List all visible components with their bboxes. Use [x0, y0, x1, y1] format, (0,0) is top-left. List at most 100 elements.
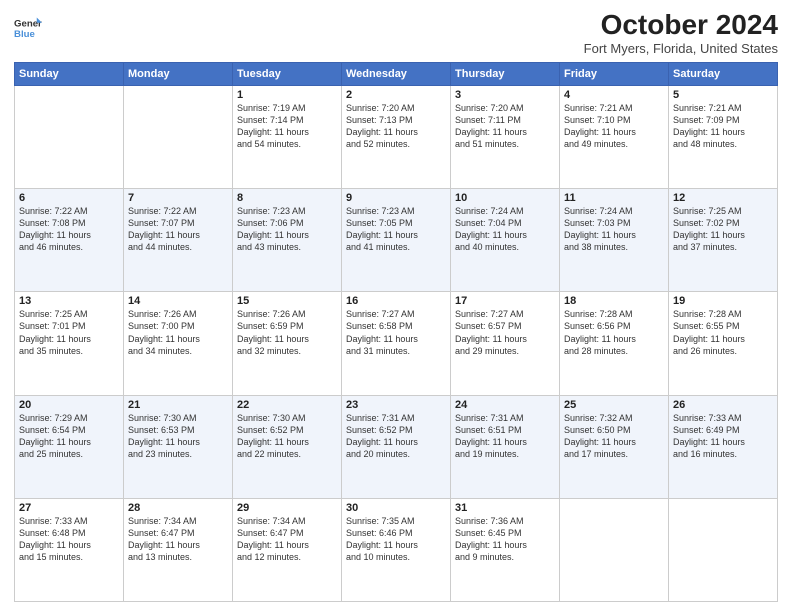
calendar-week-3: 13Sunrise: 7:25 AM Sunset: 7:01 PM Dayli… — [15, 292, 778, 395]
calendar-week-1: 1Sunrise: 7:19 AM Sunset: 7:14 PM Daylig… — [15, 85, 778, 188]
day-detail: Sunrise: 7:31 AM Sunset: 6:52 PM Dayligh… — [346, 412, 446, 461]
day-number: 29 — [237, 502, 337, 514]
day-number: 17 — [455, 295, 555, 307]
calendar-cell: 8Sunrise: 7:23 AM Sunset: 7:06 PM Daylig… — [233, 189, 342, 292]
calendar-cell: 31Sunrise: 7:36 AM Sunset: 6:45 PM Dayli… — [451, 498, 560, 601]
day-detail: Sunrise: 7:23 AM Sunset: 7:05 PM Dayligh… — [346, 205, 446, 254]
calendar: SundayMondayTuesdayWednesdayThursdayFrid… — [14, 62, 778, 602]
day-number: 19 — [673, 295, 773, 307]
day-detail: Sunrise: 7:22 AM Sunset: 7:08 PM Dayligh… — [19, 205, 119, 254]
day-number: 1 — [237, 89, 337, 101]
calendar-cell — [124, 85, 233, 188]
day-number: 22 — [237, 399, 337, 411]
day-number: 30 — [346, 502, 446, 514]
calendar-cell: 21Sunrise: 7:30 AM Sunset: 6:53 PM Dayli… — [124, 395, 233, 498]
calendar-cell: 16Sunrise: 7:27 AM Sunset: 6:58 PM Dayli… — [342, 292, 451, 395]
calendar-cell: 12Sunrise: 7:25 AM Sunset: 7:02 PM Dayli… — [669, 189, 778, 292]
day-number: 24 — [455, 399, 555, 411]
day-detail: Sunrise: 7:35 AM Sunset: 6:46 PM Dayligh… — [346, 515, 446, 564]
calendar-cell: 14Sunrise: 7:26 AM Sunset: 7:00 PM Dayli… — [124, 292, 233, 395]
calendar-cell: 11Sunrise: 7:24 AM Sunset: 7:03 PM Dayli… — [560, 189, 669, 292]
day-number: 2 — [346, 89, 446, 101]
day-number: 25 — [564, 399, 664, 411]
col-header-friday: Friday — [560, 62, 669, 85]
day-number: 13 — [19, 295, 119, 307]
calendar-cell: 26Sunrise: 7:33 AM Sunset: 6:49 PM Dayli… — [669, 395, 778, 498]
calendar-cell: 10Sunrise: 7:24 AM Sunset: 7:04 PM Dayli… — [451, 189, 560, 292]
day-number: 12 — [673, 192, 773, 204]
col-header-tuesday: Tuesday — [233, 62, 342, 85]
calendar-week-2: 6Sunrise: 7:22 AM Sunset: 7:08 PM Daylig… — [15, 189, 778, 292]
col-header-sunday: Sunday — [15, 62, 124, 85]
day-detail: Sunrise: 7:31 AM Sunset: 6:51 PM Dayligh… — [455, 412, 555, 461]
calendar-cell: 28Sunrise: 7:34 AM Sunset: 6:47 PM Dayli… — [124, 498, 233, 601]
day-detail: Sunrise: 7:24 AM Sunset: 7:04 PM Dayligh… — [455, 205, 555, 254]
day-number: 21 — [128, 399, 228, 411]
day-detail: Sunrise: 7:22 AM Sunset: 7:07 PM Dayligh… — [128, 205, 228, 254]
day-detail: Sunrise: 7:34 AM Sunset: 6:47 PM Dayligh… — [237, 515, 337, 564]
calendar-cell: 19Sunrise: 7:28 AM Sunset: 6:55 PM Dayli… — [669, 292, 778, 395]
day-number: 27 — [19, 502, 119, 514]
day-detail: Sunrise: 7:24 AM Sunset: 7:03 PM Dayligh… — [564, 205, 664, 254]
calendar-cell: 17Sunrise: 7:27 AM Sunset: 6:57 PM Dayli… — [451, 292, 560, 395]
day-detail: Sunrise: 7:28 AM Sunset: 6:55 PM Dayligh… — [673, 308, 773, 357]
svg-text:Blue: Blue — [14, 29, 35, 40]
calendar-cell: 13Sunrise: 7:25 AM Sunset: 7:01 PM Dayli… — [15, 292, 124, 395]
calendar-cell — [15, 85, 124, 188]
calendar-cell: 9Sunrise: 7:23 AM Sunset: 7:05 PM Daylig… — [342, 189, 451, 292]
calendar-cell: 15Sunrise: 7:26 AM Sunset: 6:59 PM Dayli… — [233, 292, 342, 395]
day-detail: Sunrise: 7:19 AM Sunset: 7:14 PM Dayligh… — [237, 102, 337, 151]
calendar-cell: 29Sunrise: 7:34 AM Sunset: 6:47 PM Dayli… — [233, 498, 342, 601]
day-number: 31 — [455, 502, 555, 514]
day-number: 26 — [673, 399, 773, 411]
calendar-cell: 4Sunrise: 7:21 AM Sunset: 7:10 PM Daylig… — [560, 85, 669, 188]
calendar-cell — [560, 498, 669, 601]
day-number: 9 — [346, 192, 446, 204]
title-block: October 2024 Fort Myers, Florida, United… — [584, 10, 778, 56]
calendar-cell: 20Sunrise: 7:29 AM Sunset: 6:54 PM Dayli… — [15, 395, 124, 498]
day-number: 7 — [128, 192, 228, 204]
calendar-cell: 27Sunrise: 7:33 AM Sunset: 6:48 PM Dayli… — [15, 498, 124, 601]
day-detail: Sunrise: 7:27 AM Sunset: 6:58 PM Dayligh… — [346, 308, 446, 357]
day-number: 23 — [346, 399, 446, 411]
day-number: 11 — [564, 192, 664, 204]
calendar-cell: 23Sunrise: 7:31 AM Sunset: 6:52 PM Dayli… — [342, 395, 451, 498]
logo-icon: General Blue — [14, 14, 42, 42]
calendar-cell: 1Sunrise: 7:19 AM Sunset: 7:14 PM Daylig… — [233, 85, 342, 188]
calendar-cell: 30Sunrise: 7:35 AM Sunset: 6:46 PM Dayli… — [342, 498, 451, 601]
day-number: 16 — [346, 295, 446, 307]
day-detail: Sunrise: 7:29 AM Sunset: 6:54 PM Dayligh… — [19, 412, 119, 461]
calendar-cell: 24Sunrise: 7:31 AM Sunset: 6:51 PM Dayli… — [451, 395, 560, 498]
day-detail: Sunrise: 7:25 AM Sunset: 7:02 PM Dayligh… — [673, 205, 773, 254]
col-header-monday: Monday — [124, 62, 233, 85]
col-header-thursday: Thursday — [451, 62, 560, 85]
day-number: 20 — [19, 399, 119, 411]
day-number: 28 — [128, 502, 228, 514]
day-detail: Sunrise: 7:26 AM Sunset: 6:59 PM Dayligh… — [237, 308, 337, 357]
day-detail: Sunrise: 7:36 AM Sunset: 6:45 PM Dayligh… — [455, 515, 555, 564]
day-number: 10 — [455, 192, 555, 204]
calendar-week-4: 20Sunrise: 7:29 AM Sunset: 6:54 PM Dayli… — [15, 395, 778, 498]
day-number: 4 — [564, 89, 664, 101]
day-detail: Sunrise: 7:20 AM Sunset: 7:11 PM Dayligh… — [455, 102, 555, 151]
day-number: 6 — [19, 192, 119, 204]
day-number: 5 — [673, 89, 773, 101]
day-detail: Sunrise: 7:34 AM Sunset: 6:47 PM Dayligh… — [128, 515, 228, 564]
main-title: October 2024 — [584, 10, 778, 41]
calendar-cell: 22Sunrise: 7:30 AM Sunset: 6:52 PM Dayli… — [233, 395, 342, 498]
calendar-cell: 3Sunrise: 7:20 AM Sunset: 7:11 PM Daylig… — [451, 85, 560, 188]
calendar-cell: 6Sunrise: 7:22 AM Sunset: 7:08 PM Daylig… — [15, 189, 124, 292]
col-header-saturday: Saturday — [669, 62, 778, 85]
day-number: 15 — [237, 295, 337, 307]
day-detail: Sunrise: 7:25 AM Sunset: 7:01 PM Dayligh… — [19, 308, 119, 357]
day-detail: Sunrise: 7:32 AM Sunset: 6:50 PM Dayligh… — [564, 412, 664, 461]
calendar-cell: 18Sunrise: 7:28 AM Sunset: 6:56 PM Dayli… — [560, 292, 669, 395]
day-number: 18 — [564, 295, 664, 307]
day-detail: Sunrise: 7:27 AM Sunset: 6:57 PM Dayligh… — [455, 308, 555, 357]
page: General Blue October 2024 Fort Myers, Fl… — [0, 0, 792, 612]
day-detail: Sunrise: 7:33 AM Sunset: 6:48 PM Dayligh… — [19, 515, 119, 564]
subtitle: Fort Myers, Florida, United States — [584, 41, 778, 56]
calendar-header-row: SundayMondayTuesdayWednesdayThursdayFrid… — [15, 62, 778, 85]
day-detail: Sunrise: 7:21 AM Sunset: 7:09 PM Dayligh… — [673, 102, 773, 151]
col-header-wednesday: Wednesday — [342, 62, 451, 85]
